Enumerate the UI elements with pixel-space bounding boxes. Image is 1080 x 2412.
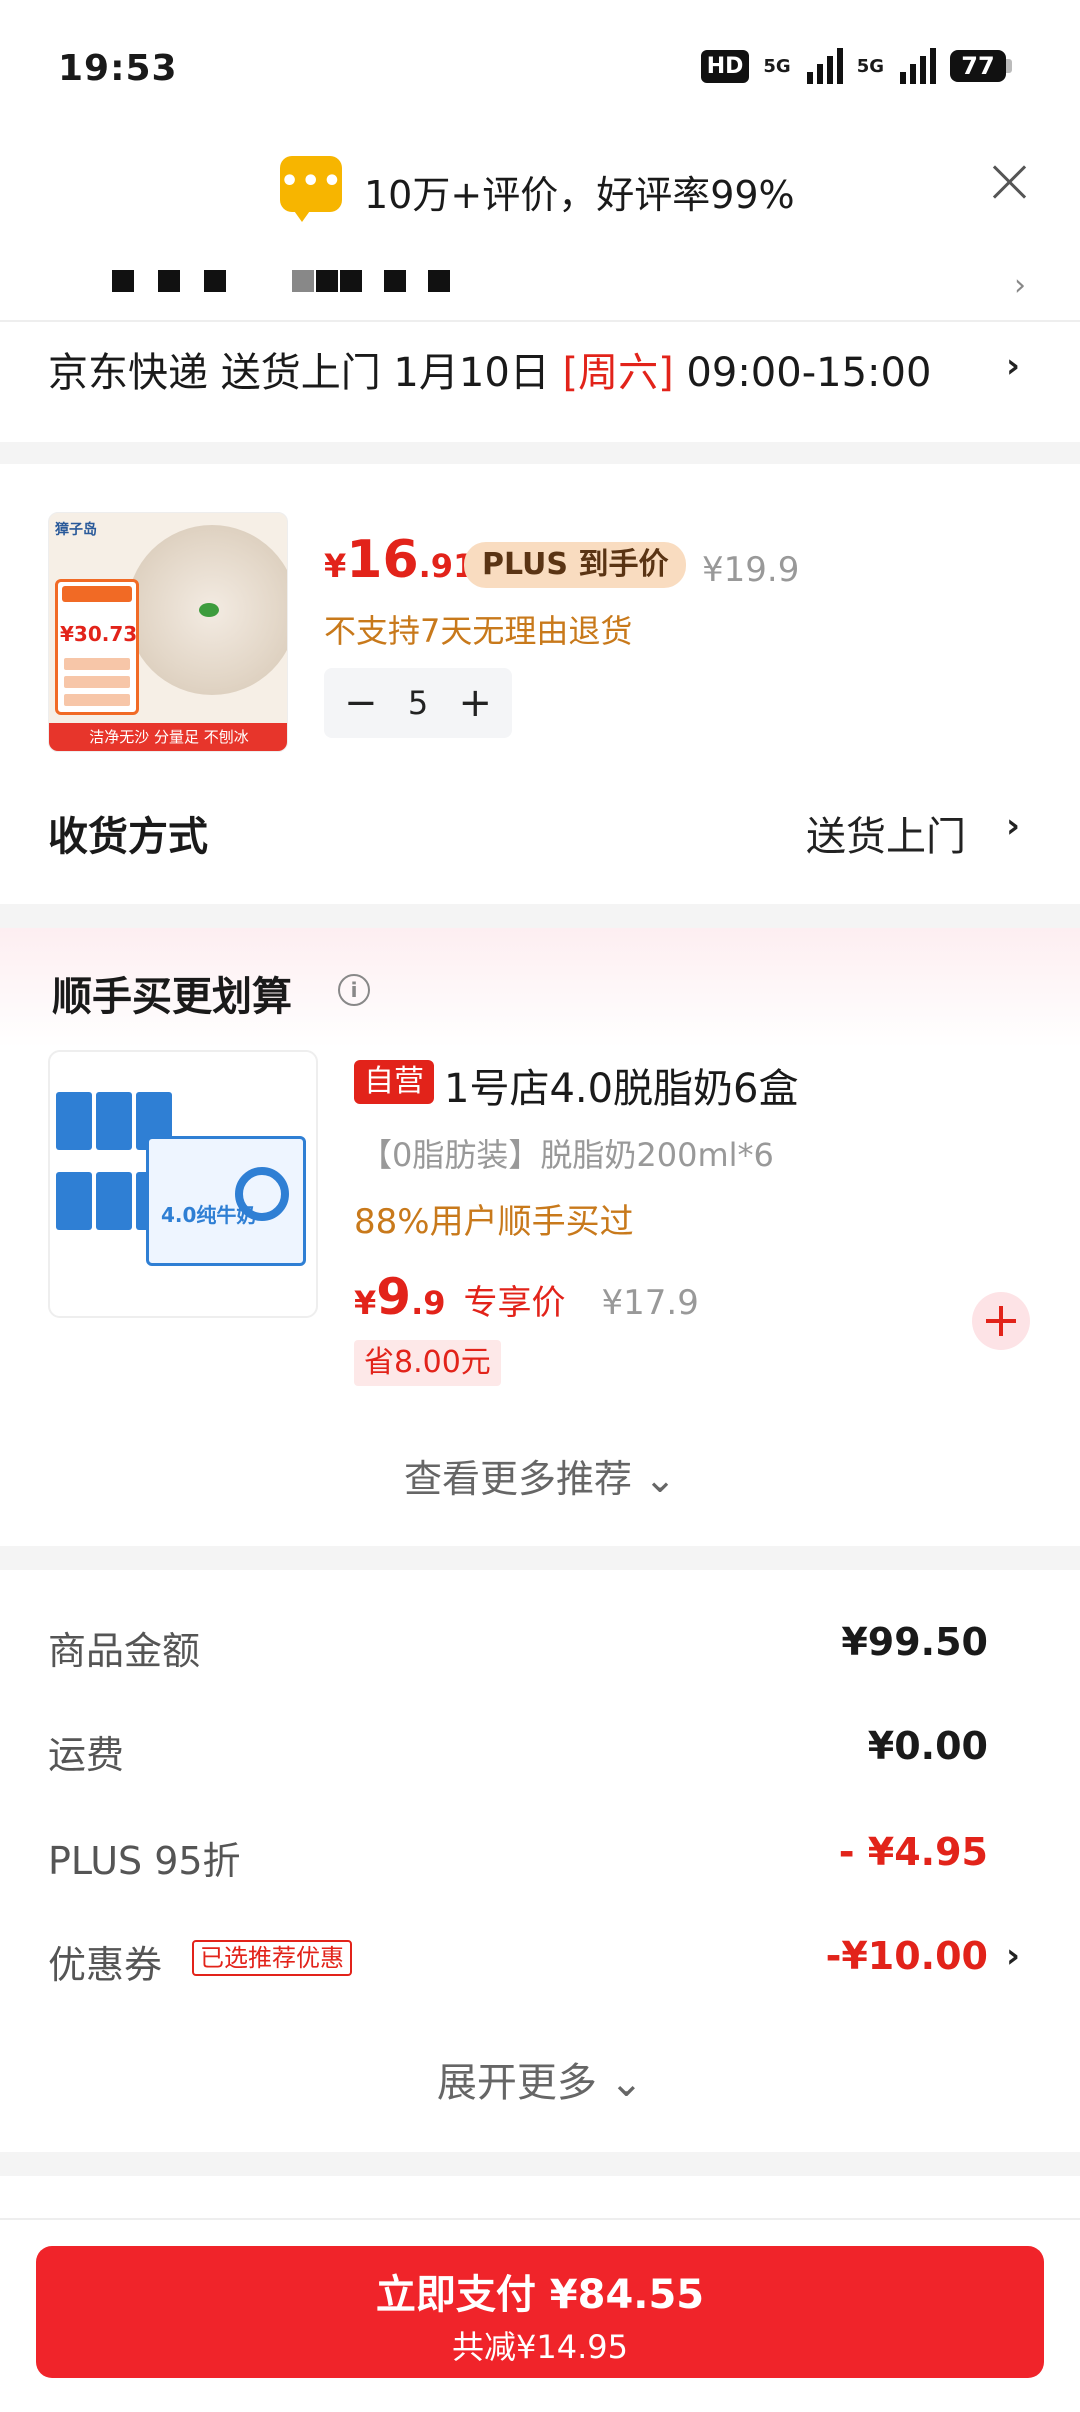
recommend-product-title[interactable]: 1号店4.0脱脂奶6盒 [444, 1056, 799, 1114]
bottom-bar: 立即支付 ¥84.55 共减¥14.95 [0, 2218, 1080, 2412]
section-separator [0, 904, 1080, 928]
quantity-value[interactable]: 5 [408, 684, 428, 722]
recommend-product-description: 【0脂肪装】脱脂奶200ml*6 [360, 1136, 774, 1174]
return-policy: 不支持7天无理由退货 [324, 612, 633, 650]
status-icons: HD 5G 5G 77 [700, 48, 1012, 84]
expand-more-link[interactable]: 展开更多 ⌄ [0, 2050, 1080, 2108]
self-operated-badge: 自营 [354, 1060, 434, 1104]
save-amount-tag: 省8.00元 [354, 1340, 501, 1386]
masked-text [340, 270, 362, 292]
battery-icon: 77 [950, 50, 1012, 82]
product-promo-card: ¥30.73 [55, 579, 139, 715]
minus-button[interactable]: − [344, 683, 378, 723]
delivery-time-window: 09:00-15:00 [673, 350, 932, 396]
product-image[interactable]: 獐子岛 ¥30.73 洁净无沙 分量足 不刨冰 [48, 512, 288, 752]
signal-icon [806, 48, 843, 84]
original-price: ¥19.9 [702, 550, 800, 590]
product-brand: 獐子岛 [55, 522, 97, 538]
masked-text [112, 270, 134, 292]
coupon-recommended-tag: 已选推荐优惠 [192, 1940, 352, 1976]
recommend-price: ¥9.9 专享价 ¥17.9 [354, 1268, 699, 1326]
recommend-title: 顺手买更划算 [52, 974, 292, 1020]
summary-row-coupon[interactable]: 优惠券 已选推荐优惠 -¥10.00 [48, 1934, 988, 1990]
address-row[interactable]: › [0, 258, 1080, 308]
recommend-original-price: ¥17.9 [601, 1283, 699, 1323]
signal-icon-2 [900, 48, 936, 84]
quantity-stepper: − 5 + [324, 668, 512, 738]
battery-level: 77 [950, 50, 1006, 82]
exclusive-price-label: 专享价 [463, 1283, 566, 1323]
divider [0, 320, 1080, 322]
receive-method-label: 收货方式 [48, 814, 208, 860]
delivery-row[interactable]: 京东快递 送货上门 1月10日 [周六] 09:00-15:00 [48, 340, 1038, 396]
masked-text [316, 270, 338, 292]
delivery-carrier: 京东快递 送货上门 1月10日 [48, 350, 563, 396]
delivery-weekday: [周六] [562, 350, 674, 396]
masked-text [428, 270, 450, 292]
milk-box: 4.0纯牛奶 [146, 1136, 306, 1266]
product-image-price: ¥30.73 [60, 622, 138, 646]
review-banner: ••• 10万+评价，好评率99% [0, 150, 1080, 230]
pay-amount: 立即支付 ¥84.55 [375, 2272, 705, 2318]
product-image-footer: 洁净无沙 分量足 不刨冰 [49, 723, 287, 751]
summary-row-shipping: 运费 ¥0.00 [48, 1724, 988, 1777]
plus-button[interactable]: + [458, 683, 492, 723]
info-icon[interactable]: i [338, 974, 370, 1006]
pay-saved: 共减¥14.95 [452, 2328, 628, 2366]
masked-text [204, 270, 226, 292]
masked-text [158, 270, 180, 292]
section-separator [0, 2152, 1080, 2176]
summary-row-goods: 商品金额 ¥99.50 [48, 1620, 988, 1673]
masked-text [384, 270, 406, 292]
network-type-2: 5G [856, 55, 884, 77]
chat-bubble-icon: ••• [280, 156, 342, 222]
receive-method-value[interactable]: 送货上门 [806, 804, 966, 862]
pay-now-button[interactable]: 立即支付 ¥84.55 共减¥14.95 [36, 2246, 1044, 2378]
network-type-1: 5G [763, 55, 791, 77]
more-recommend-link[interactable]: 查看更多推荐 ⌄ [0, 1448, 1080, 1503]
section-separator [0, 1546, 1080, 1570]
status-time: 19:53 [58, 48, 178, 89]
recommend-bought-rate: 88%用户顺手买过 [354, 1202, 634, 1242]
status-bar: 19:53 HD 5G 5G 77 [0, 0, 1080, 140]
section-separator [0, 442, 1080, 464]
chevron-right-icon: › [1014, 268, 1026, 303]
summary-row-plus-discount: PLUS 95折 - ¥4.95 [48, 1830, 988, 1883]
recommend-product-image[interactable]: 4.0纯牛奶 [48, 1050, 318, 1318]
hd-icon: HD [700, 49, 750, 83]
chevron-right-icon[interactable]: › [1006, 806, 1020, 846]
plus-price-badge: PLUS 到手价 [464, 542, 687, 588]
chevron-right-icon[interactable]: › [1006, 346, 1020, 386]
close-icon[interactable] [988, 160, 1032, 204]
recommend-section: 顺手买更划算 i 4.0纯牛奶 自营 1号店4.0脱脂奶6盒 【0脂肪装】脱脂奶… [0, 928, 1080, 1546]
add-icon[interactable] [972, 1292, 1030, 1350]
chevron-right-icon[interactable]: › [1006, 1936, 1020, 1976]
review-text: 10万+评价，好评率99% [364, 173, 795, 217]
masked-text [292, 270, 314, 292]
